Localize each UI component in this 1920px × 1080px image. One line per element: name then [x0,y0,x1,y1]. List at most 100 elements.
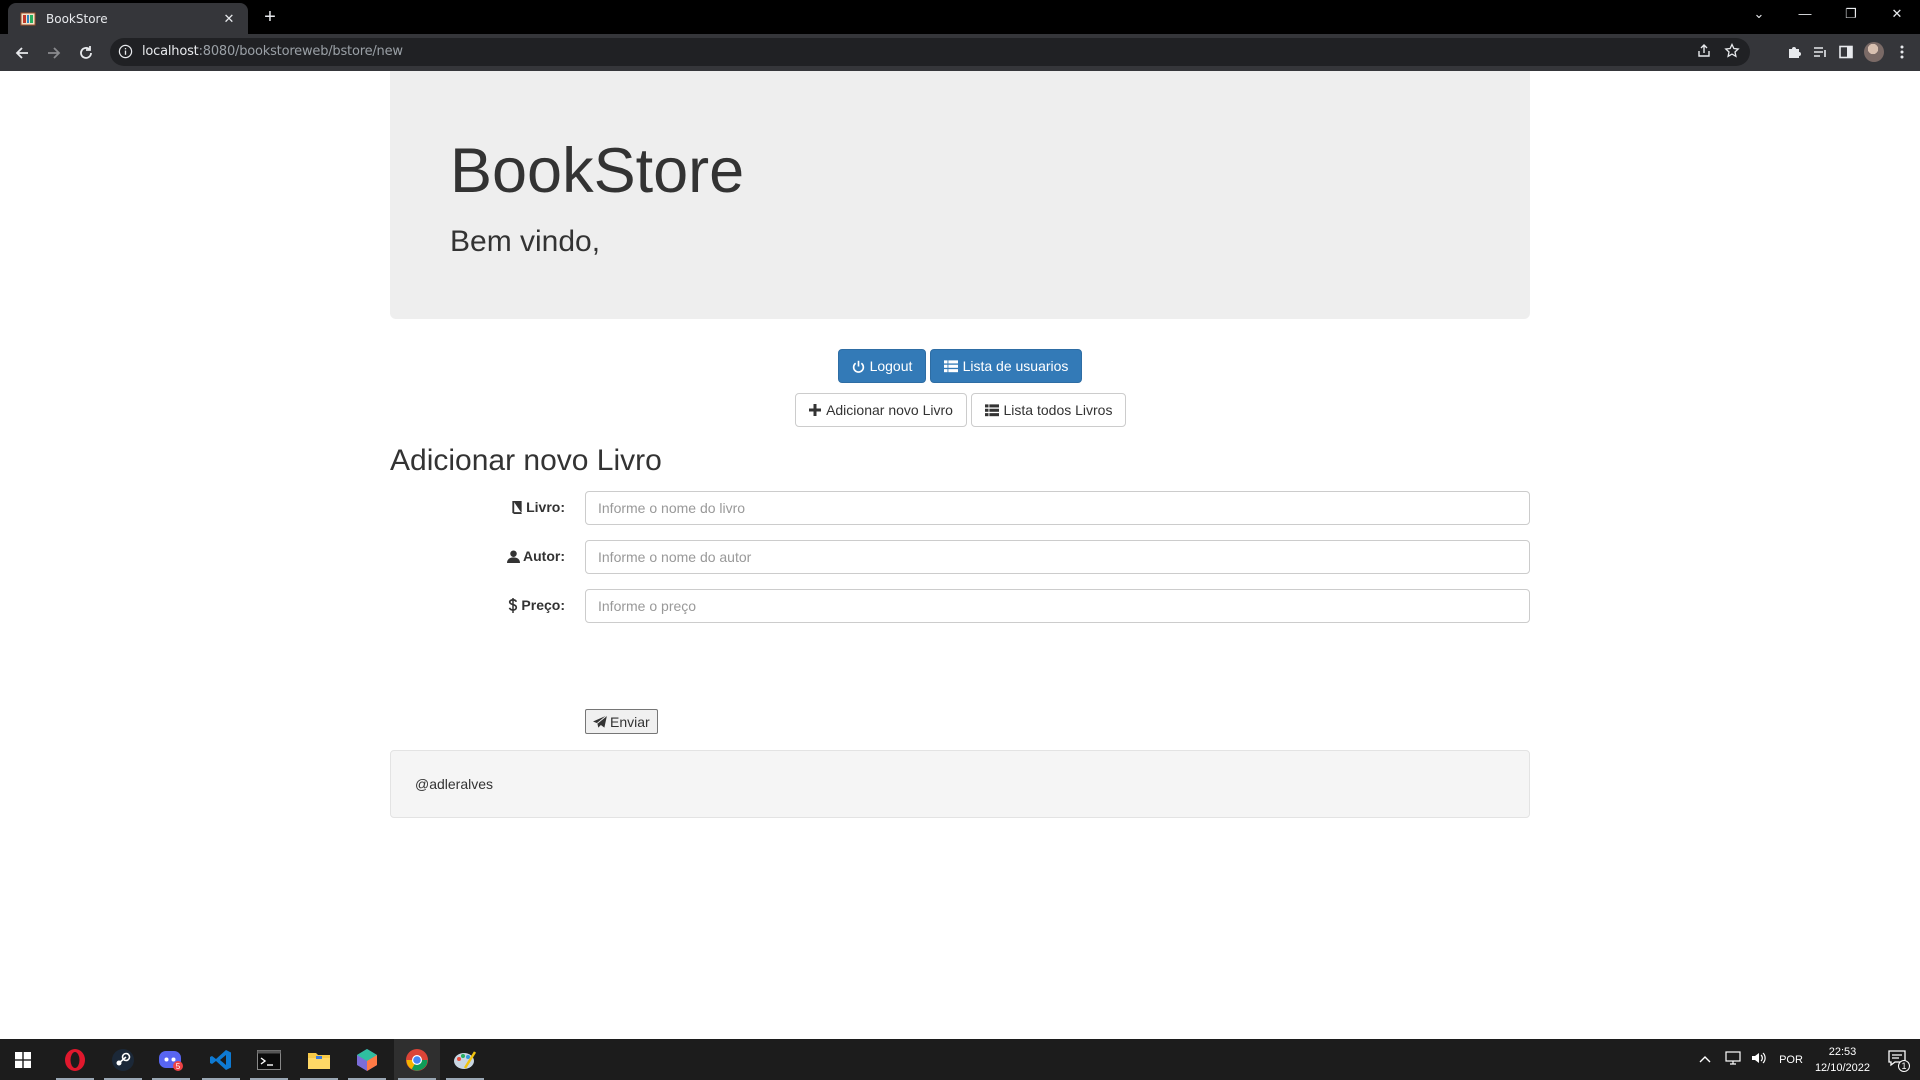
terminal-icon [257,1049,281,1070]
extensions-puzzle-icon[interactable] [1786,44,1802,60]
opera-icon [65,1048,85,1071]
clock-time: 22:53 [1828,1045,1857,1058]
livro-label: Livro: [511,499,565,515]
taskbar-paint[interactable] [442,1039,488,1080]
welcome-text: Bem vindo, [450,225,601,258]
autor-label: Autor: [507,548,565,564]
site-info-icon[interactable] [118,44,133,59]
system-tray: POR 22:53 12/10/2022 1 [1699,1039,1920,1080]
preco-input[interactable] [585,589,1530,623]
notification-center-icon[interactable]: 1 [1888,1049,1910,1072]
volume-icon[interactable] [1751,1051,1767,1068]
discord-badge-count: 5 [176,1062,181,1071]
logout-label: Logout [869,358,913,374]
kebab-menu-icon[interactable] [1894,44,1910,60]
list-icon [943,359,958,372]
reading-list-icon[interactable] [1812,44,1828,60]
book-icon [512,500,522,514]
autor-label-text: Autor: [523,548,565,564]
reload-button[interactable] [72,39,100,67]
windows-start-icon [15,1051,31,1068]
minimize-button[interactable]: — [1782,0,1828,30]
file-explorer-icon [308,1052,330,1069]
list-books-button[interactable]: Lista todos Livros [971,393,1126,427]
tab-title: BookStore [46,11,108,26]
input-language[interactable]: POR [1779,1054,1803,1066]
taskbar-toolbox[interactable] [344,1039,390,1080]
logout-button[interactable]: Logout [838,349,926,383]
list-users-button[interactable]: Lista de usuarios [930,349,1082,383]
windows-taskbar: 5 POR 22:53 12/10/2022 1 [0,1039,1920,1080]
window-controls: ⌄ — ❐ ✕ [1736,0,1920,34]
preco-label: Preço: [508,597,565,613]
new-tab-button[interactable]: + [256,4,284,32]
clock-date: 12/10/2022 [1814,1061,1870,1074]
form-row-preco: Preço: [390,589,1530,623]
page-content: BookStore Bem vindo, Logout Lista de usu… [0,71,1920,1039]
chrome-icon [406,1048,428,1071]
form-heading: Adicionar novo Livro [390,444,662,477]
forward-button[interactable] [40,39,68,67]
profile-avatar[interactable] [1864,42,1884,62]
notification-count: 1 [1898,1060,1910,1072]
form-row-autor: Autor: [390,540,1530,574]
toolbar-extensions [1786,42,1910,62]
footer-credit: @adleralves [415,776,494,792]
taskbar-steam[interactable] [100,1039,146,1080]
back-arrow-icon [15,47,28,59]
url-host: localhost [142,44,199,59]
taskbar-opera[interactable] [52,1039,98,1080]
taskbar-chrome[interactable] [394,1039,440,1080]
list-users-label: Lista de usuarios [962,358,1069,374]
reload-icon [80,46,92,59]
browser-toolbar: localhost:8080/bookstoreweb/bstore/new [0,34,1920,71]
share-icon[interactable] [1696,43,1712,59]
steam-icon [112,1048,134,1071]
bookmark-star-icon[interactable] [1724,43,1740,59]
submit-button[interactable]: Enviar [585,709,658,734]
taskbar-vscode[interactable] [198,1039,244,1080]
url-text: localhost:8080/bookstoreweb/bstore/new [142,44,403,59]
tab-search-icon[interactable]: ⌄ [1736,0,1782,30]
restore-button[interactable]: ❐ [1828,0,1874,30]
address-bar[interactable]: localhost:8080/bookstoreweb/bstore/new [110,38,1750,66]
vscode-icon [210,1049,231,1070]
dollar-icon [509,597,518,613]
form-row-livro: Livro: [390,491,1530,525]
add-book-button[interactable]: Adicionar novo Livro [795,393,967,427]
start-button[interactable] [0,1039,46,1080]
tray-chevron-icon[interactable] [1699,1054,1711,1066]
forward-arrow-icon [48,47,61,59]
page-title: BookStore [450,136,745,206]
livro-label-text: Livro: [526,499,565,515]
taskbar-file-explorer[interactable] [296,1039,342,1080]
autor-input[interactable] [585,540,1530,574]
list-icon [984,403,999,416]
taskbar-discord[interactable]: 5 [148,1039,194,1080]
discord-icon: 5 [159,1050,183,1071]
livro-input[interactable] [585,491,1530,525]
plus-icon [809,404,822,416]
footer-well: @adleralves [390,750,1530,818]
send-icon [593,715,607,728]
paint-icon [454,1050,477,1069]
power-icon [852,360,864,373]
user-icon [507,549,520,563]
bookstore-favicon-icon [20,12,36,25]
toolbox-icon [357,1048,377,1071]
network-icon[interactable] [1725,1051,1741,1068]
omnibox-actions [1696,43,1740,59]
system-clock[interactable]: 22:53 12/10/2022 [1815,1044,1870,1076]
browser-tabstrip: BookStore ✕ + ⌄ — ❐ ✕ [0,0,1920,34]
preco-label-text: Preço: [521,597,565,613]
browser-tab[interactable]: BookStore ✕ [8,3,248,34]
list-books-label: Lista todos Livros [1003,402,1113,418]
close-window-button[interactable]: ✕ [1874,0,1920,30]
url-path: :8080/bookstoreweb/bstore/new [198,44,403,59]
back-button[interactable] [8,39,36,67]
taskbar-terminal[interactable] [246,1039,292,1080]
add-book-label: Adicionar novo Livro [826,402,953,418]
submit-label: Enviar [610,713,650,730]
side-panel-icon[interactable] [1838,44,1854,60]
tab-close-icon[interactable]: ✕ [220,11,238,27]
